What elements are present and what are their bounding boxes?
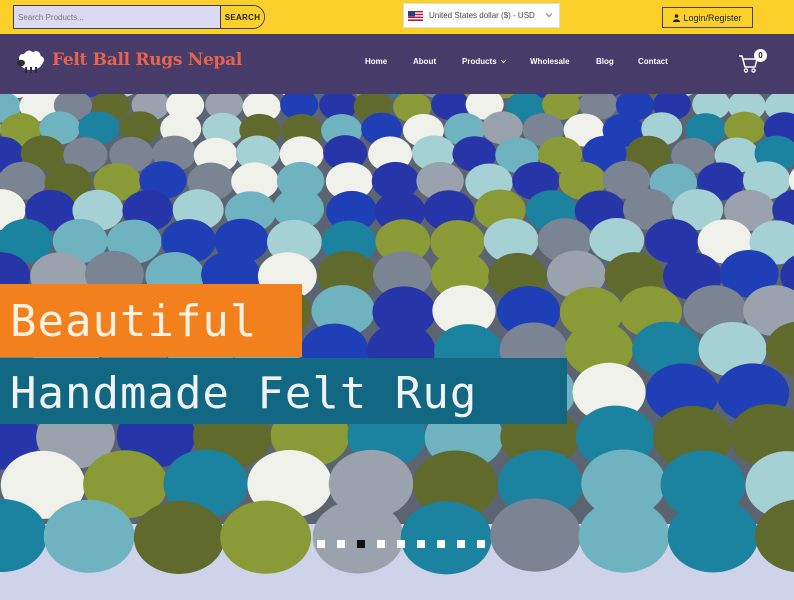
- search-button[interactable]: SEARCH: [221, 6, 264, 28]
- slider-dot[interactable]: [457, 540, 465, 548]
- search-form: SEARCH: [13, 5, 265, 29]
- us-flag-icon: [408, 10, 423, 21]
- slider-dot[interactable]: [377, 540, 385, 548]
- nav-home[interactable]: Home: [365, 57, 387, 66]
- nav-contact-label: Contact: [638, 57, 668, 66]
- nav-blog[interactable]: Blog: [596, 57, 614, 66]
- nav-wholesale-label: Wholesale: [530, 57, 570, 66]
- currency-selector[interactable]: United States dollar ($) - USD: [403, 3, 560, 28]
- hero-line2-text: Handmade Felt Rug: [10, 368, 478, 419]
- chevron-down-icon: [545, 13, 553, 18]
- top-bar: SEARCH United States dollar ($) - USD Lo…: [0, 0, 794, 34]
- nav-wholesale[interactable]: Wholesale: [530, 57, 570, 66]
- sheep-logo-icon[interactable]: [15, 49, 45, 75]
- slider-dot[interactable]: [397, 540, 405, 548]
- nav-products-label: Products: [462, 57, 497, 66]
- hero-banner-line2: Handmade Felt Rug: [0, 358, 567, 424]
- nav-home-label: Home: [365, 57, 388, 66]
- nav-products[interactable]: Products: [462, 57, 507, 66]
- user-icon: [673, 13, 681, 22]
- slider-dot[interactable]: [337, 540, 345, 548]
- slider-dot[interactable]: [417, 540, 425, 548]
- slider-dot[interactable]: [437, 540, 445, 548]
- login-register-button[interactable]: Login/Register: [662, 7, 753, 28]
- hero-slider: Beautiful Handmade Felt Rug: [0, 94, 794, 600]
- slider-dot[interactable]: [317, 540, 325, 548]
- login-label: Login/Register: [683, 12, 742, 23]
- brand-name[interactable]: Felt Ball Rugs Nepal: [52, 50, 242, 70]
- search-input[interactable]: [14, 6, 221, 28]
- hero-banner-line1: Beautiful: [0, 284, 302, 357]
- main-nav: Felt Ball Rugs Nepal Home About Products…: [0, 34, 794, 94]
- slider-dots: [317, 540, 485, 548]
- slider-dot[interactable]: [477, 540, 485, 548]
- nav-about[interactable]: About: [413, 57, 436, 66]
- slider-dot[interactable]: [357, 540, 365, 548]
- nav-blog-label: Blog: [596, 57, 614, 66]
- nav-contact[interactable]: Contact: [638, 57, 668, 66]
- hero-line1-text: Beautiful: [10, 296, 258, 347]
- cart-count-badge: 0: [754, 49, 767, 62]
- currency-label: United States dollar ($) - USD: [429, 11, 535, 20]
- nav-about-label: About: [413, 57, 437, 66]
- chevron-down-icon: [500, 59, 507, 64]
